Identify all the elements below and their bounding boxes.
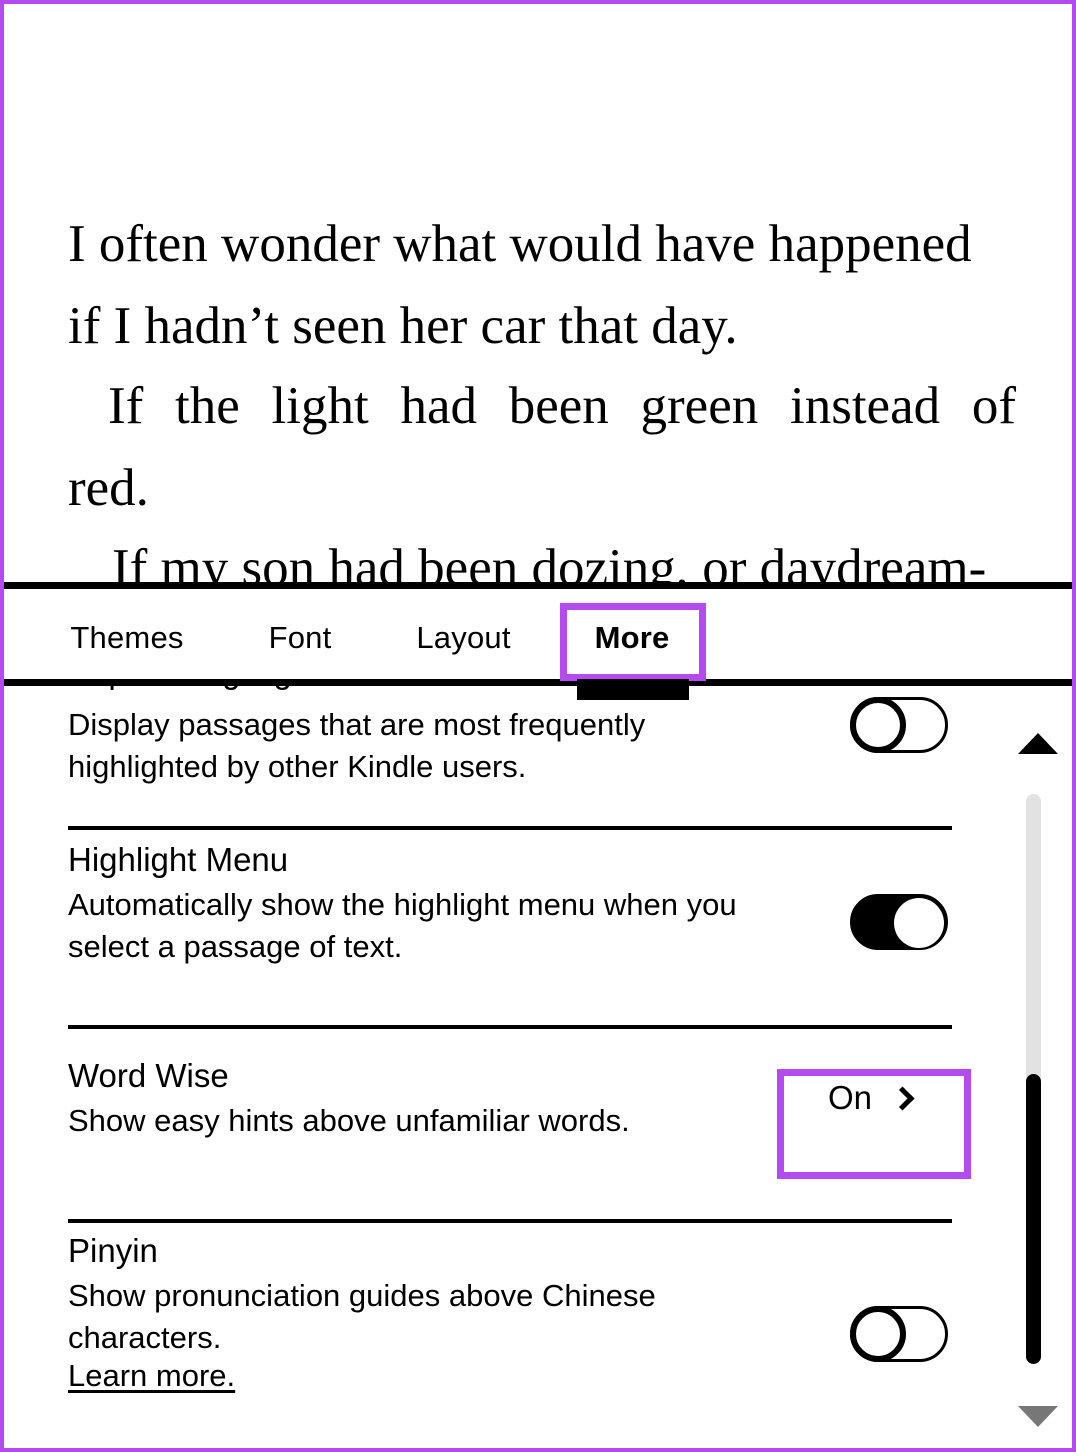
scrollbar-thumb[interactable] xyxy=(1026,1074,1041,1364)
setting-title: Popular Highlights xyxy=(68,686,336,692)
tab-font[interactable]: Font xyxy=(256,589,344,686)
triangle-up-icon[interactable] xyxy=(1018,733,1058,754)
row-divider xyxy=(68,826,952,830)
setting-description: Show pronunciation guides above Chinese … xyxy=(68,1278,656,1355)
setting-description: Automatically show the highlight menu wh… xyxy=(68,887,737,964)
settings-scrollbar[interactable] xyxy=(1012,724,1058,1436)
book-text-line: red. xyxy=(68,459,149,517)
reading-settings-panel: Themes Font Layout More Popular Highligh… xyxy=(4,582,1072,1448)
word-wise-value-button[interactable]: On xyxy=(828,1079,915,1117)
pinyin-learn-more-link[interactable]: Learn more. xyxy=(68,1355,235,1397)
highlight-menu-toggle[interactable] xyxy=(850,894,948,950)
row-divider xyxy=(68,1219,952,1223)
tab-more[interactable]: More xyxy=(565,589,699,686)
setting-description: Show easy hints above unfamiliar words. xyxy=(68,1103,630,1138)
tab-layout[interactable]: Layout xyxy=(406,589,521,686)
book-page-text: I often wonder what would have happened … xyxy=(4,4,1072,588)
setting-title: Pinyin xyxy=(68,1232,158,1269)
tab-themes[interactable]: Themes xyxy=(62,589,192,686)
book-text-line: If my son had been dozing, or daydream- xyxy=(112,539,987,588)
book-text-line: if I hadn’t seen her car that day. xyxy=(68,297,738,355)
settings-tabbar: Themes Font Layout More xyxy=(4,582,1072,700)
chevron-right-icon xyxy=(890,1085,915,1111)
book-text-line: I often wonder what would have happened xyxy=(68,215,972,273)
settings-list[interactable]: Popular Highlights Display passages that… xyxy=(4,686,1072,1448)
kindle-reader-screen: I often wonder what would have happened … xyxy=(0,0,1076,1452)
triangle-down-icon[interactable] xyxy=(1018,1406,1058,1427)
pinyin-toggle[interactable] xyxy=(850,1306,948,1362)
setting-title: Word Wise xyxy=(68,1057,229,1094)
book-text-line: If the light had been green instead of xyxy=(108,377,1016,435)
setting-title: Highlight Menu xyxy=(68,841,289,878)
popular-highlights-toggle[interactable] xyxy=(850,697,948,753)
word-wise-value-label: On xyxy=(828,1079,873,1116)
row-divider xyxy=(68,1025,952,1029)
setting-description: Display passages that are most frequentl… xyxy=(68,707,646,784)
